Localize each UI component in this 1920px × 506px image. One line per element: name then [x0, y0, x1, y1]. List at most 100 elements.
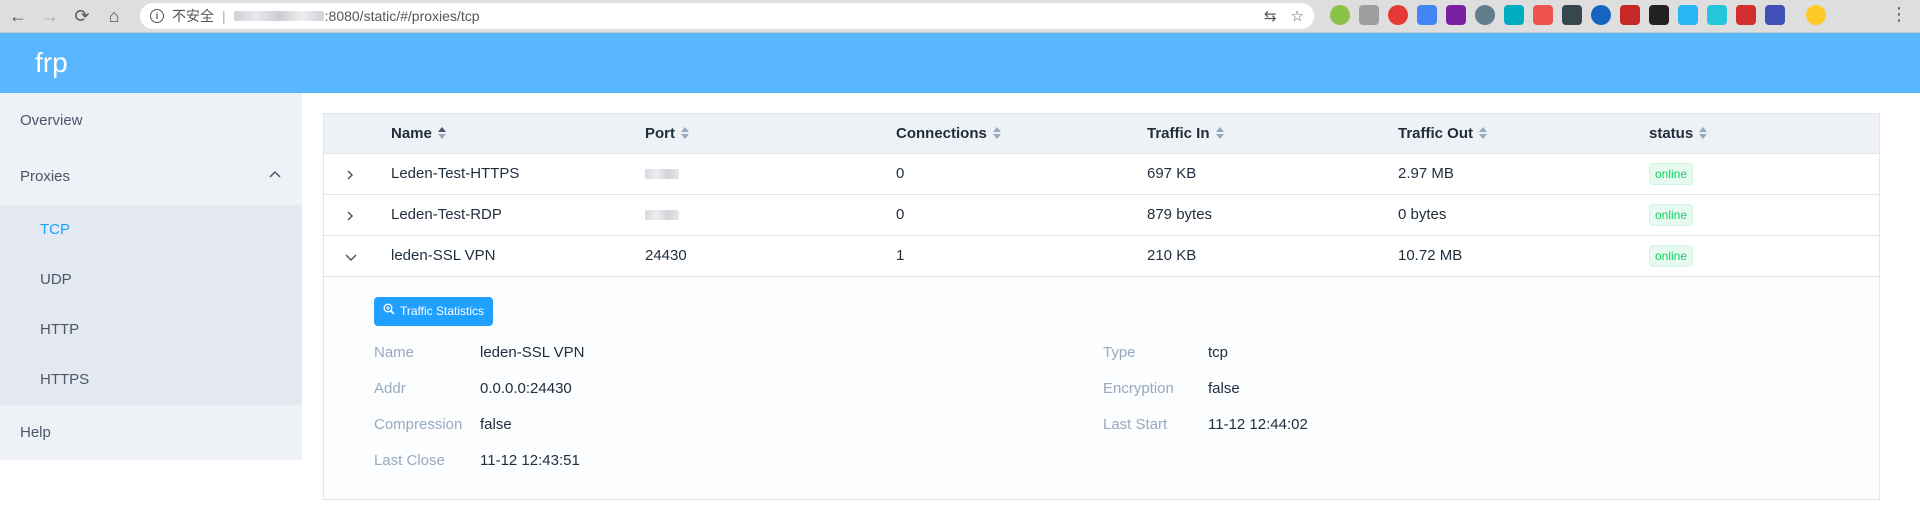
sort-icon[interactable] [992, 127, 1001, 140]
proxy-detail-panel: Traffic Statistics Name leden-SSL VPN Ty… [324, 277, 1879, 499]
chevron-right-icon[interactable] [344, 154, 360, 194]
sort-icon[interactable] [437, 127, 446, 140]
proxy-port: 24430 [645, 247, 687, 264]
column-header-port[interactable]: Port [645, 114, 689, 154]
detail-label-encryption: Encryption [1103, 380, 1174, 397]
detail-value-type: tcp [1208, 344, 1229, 361]
reload-icon[interactable]: ⟳ [68, 2, 96, 30]
extension-icon[interactable] [1620, 5, 1640, 25]
detail-value-name: leden-SSL VPN [480, 344, 585, 361]
status-badge: online [1649, 245, 1694, 268]
extension-icon[interactable] [1649, 5, 1669, 25]
sort-icon[interactable] [1215, 127, 1224, 140]
extension-icon[interactable] [1765, 5, 1785, 25]
table-row[interactable]: Leden-Test-RDP 0 879 bytes 0 bytes onlin… [324, 195, 1879, 236]
detail-label-addr: Addr [374, 380, 406, 397]
proxies-submenu: TCP UDP HTTP HTTPS [0, 205, 302, 405]
blurred-port [645, 210, 679, 221]
chevron-up-icon [268, 149, 282, 205]
forward-icon[interactable]: → [36, 2, 64, 30]
app-logo: frp [35, 47, 68, 78]
proxy-status: online [1649, 154, 1694, 194]
omnibox-separator: | [222, 8, 226, 24]
sidebar-item-label: Help [20, 424, 51, 441]
browser-menu-icon[interactable]: ⋮ [1890, 4, 1908, 25]
sidebar-item-http[interactable]: HTTP [0, 305, 302, 355]
sidebar-item-https[interactable]: HTTPS [0, 355, 302, 405]
proxy-connections: 0 [896, 165, 905, 182]
sidebar-item-overview[interactable]: Overview [0, 93, 302, 149]
detail-label-compression: Compression [374, 416, 463, 433]
column-header-connections[interactable]: Connections [896, 114, 1001, 154]
extension-icon[interactable] [1707, 5, 1727, 25]
detail-value-compression: false [480, 416, 512, 433]
profile-avatar-icon[interactable] [1806, 5, 1826, 25]
proxy-status: online [1649, 236, 1694, 276]
sort-icon[interactable] [681, 127, 689, 140]
extension-icon[interactable] [1591, 5, 1611, 25]
sidebar-item-label: Overview [20, 112, 83, 129]
chevron-right-icon[interactable] [344, 195, 360, 235]
table-header: Name Port Connections Traffic In Traffic… [324, 114, 1879, 154]
chevron-down-icon[interactable] [344, 236, 360, 276]
proxy-connections: 0 [896, 206, 905, 223]
sidebar-item-label: Proxies [20, 168, 71, 185]
column-header-name[interactable]: Name [391, 114, 446, 154]
extension-icon[interactable] [1388, 5, 1408, 25]
browser-toolbar: ← → ⟳ ⌂ i 不安全 | :8080/static/#/proxies/t… [0, 0, 1920, 33]
table-row[interactable]: leden-SSL VPN 24430 1 210 KB 10.72 MB on… [324, 236, 1879, 277]
extension-icon[interactable] [1359, 5, 1379, 25]
traffic-statistics-button[interactable]: Traffic Statistics [374, 297, 494, 326]
extension-icon[interactable] [1330, 5, 1350, 25]
column-header-traffic-in[interactable]: Traffic In [1147, 114, 1224, 154]
sort-icon[interactable] [1699, 127, 1708, 140]
proxy-traffic-out: 0 bytes [1398, 206, 1447, 223]
proxy-traffic-out: 2.97 MB [1398, 165, 1454, 182]
proxy-name: leden-SSL VPN [391, 247, 496, 264]
detail-value-encryption: false [1208, 380, 1240, 397]
proxy-table: Name Port Connections Traffic In Traffic… [323, 113, 1880, 500]
sidebar-item-proxies[interactable]: Proxies [0, 149, 302, 205]
extension-icon[interactable] [1678, 5, 1698, 25]
column-header-status[interactable]: status [1649, 114, 1708, 154]
extension-icon[interactable] [1475, 5, 1495, 25]
sidebar-item-help[interactable]: Help [0, 405, 302, 461]
proxy-name: Leden-Test-HTTPS [391, 165, 520, 182]
info-icon[interactable]: i [150, 9, 164, 23]
extension-icon[interactable] [1446, 5, 1466, 25]
proxy-name: Leden-Test-RDP [391, 206, 502, 223]
extension-icon[interactable] [1533, 5, 1553, 25]
proxy-port [645, 154, 679, 194]
detail-value-addr: 0.0.0.0:24430 [480, 380, 572, 397]
proxy-traffic-out: 10.72 MB [1398, 247, 1463, 264]
sidebar-item-tcp[interactable]: TCP [0, 205, 302, 255]
insecure-label: 不安全 [172, 8, 214, 24]
detail-label-last-start: Last Start [1103, 416, 1168, 433]
extension-icon[interactable] [1736, 5, 1756, 25]
address-bar[interactable]: i 不安全 | :8080/static/#/proxies/tcp ⇆ ☆ [140, 3, 1314, 29]
extension-icon[interactable] [1562, 5, 1582, 25]
proxy-status: online [1649, 195, 1694, 235]
zoom-in-icon [383, 297, 395, 326]
app-header: frp [0, 33, 1920, 93]
home-icon[interactable]: ⌂ [100, 2, 128, 30]
back-icon[interactable]: ← [4, 2, 32, 30]
detail-label-type: Type [1103, 344, 1136, 361]
bookmark-star-icon[interactable]: ☆ [1291, 7, 1304, 25]
table-row[interactable]: Leden-Test-HTTPS 0 697 KB 2.97 MB online [324, 154, 1879, 195]
sidebar-item-udp[interactable]: UDP [0, 255, 302, 305]
extension-icon[interactable] [1417, 5, 1437, 25]
proxy-connections: 1 [896, 247, 905, 264]
proxy-port [645, 195, 679, 235]
proxy-traffic-in: 879 bytes [1147, 206, 1213, 223]
sort-icon[interactable] [1479, 127, 1488, 140]
detail-value-last-start: 11-12 12:44:02 [1208, 416, 1308, 433]
detail-label-last-close: Last Close [374, 452, 445, 469]
translate-icon[interactable]: ⇆ [1264, 7, 1277, 25]
blurred-port [645, 169, 679, 180]
status-badge: online [1649, 204, 1694, 227]
detail-label-name: Name [374, 344, 415, 361]
extension-icon[interactable] [1504, 5, 1524, 25]
detail-value-last-close: 11-12 12:43:51 [480, 452, 580, 469]
column-header-traffic-out[interactable]: Traffic Out [1398, 114, 1488, 154]
